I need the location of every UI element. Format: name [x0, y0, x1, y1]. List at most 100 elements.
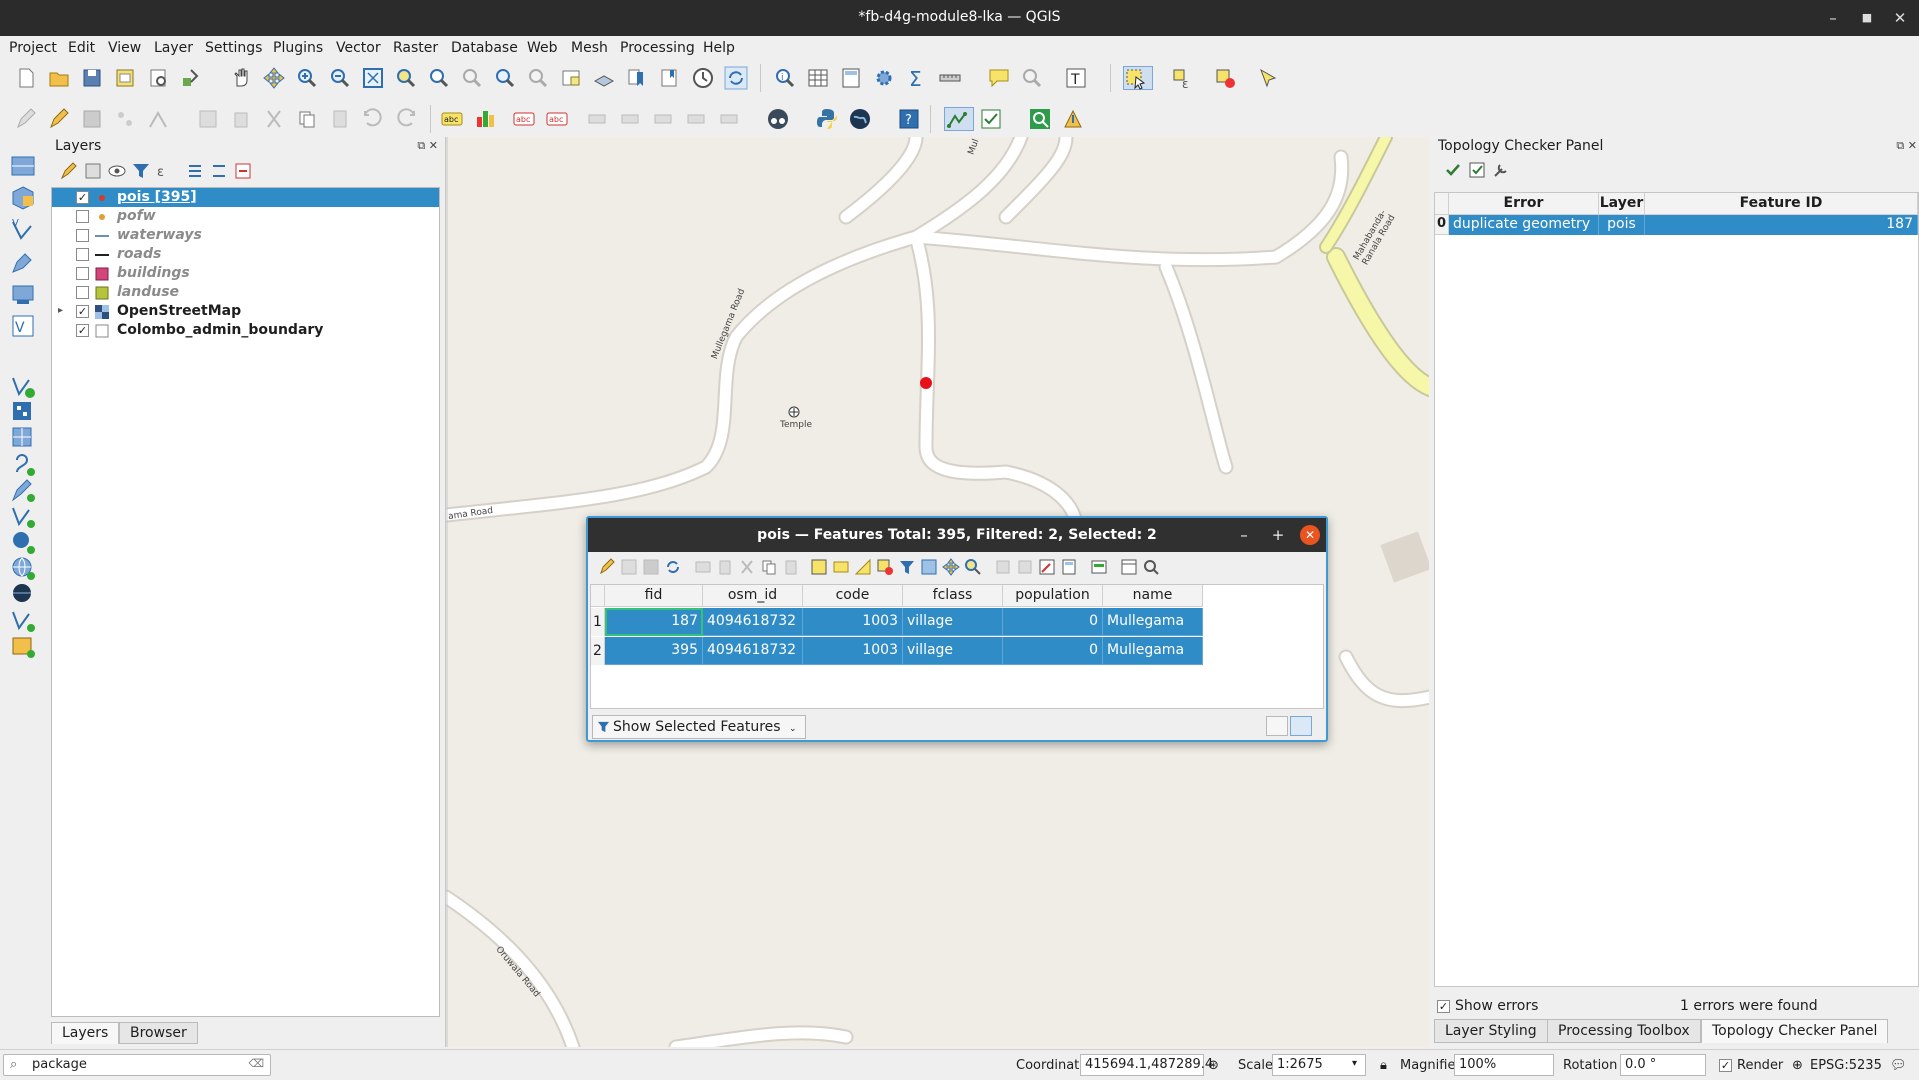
vertex-tool-icon[interactable] [146, 107, 170, 131]
show-hide-labels-icon[interactable]: abc [545, 107, 569, 131]
close-window-button[interactable]: ✕ [1889, 7, 1911, 29]
panel-close-icon[interactable]: ⧉ ✕ [417, 139, 438, 153]
layer-item-roads[interactable]: roads [52, 245, 439, 264]
layer-item-openstreetmap[interactable]: ▸ ✓ OpenStreetMap [52, 302, 439, 321]
layer-diagram-icon[interactable] [473, 107, 497, 131]
new-bookmark-icon[interactable] [625, 66, 649, 90]
paste-icon[interactable] [782, 558, 800, 576]
tab-topology-checker[interactable]: Topology Checker Panel [1701, 1019, 1889, 1043]
save-edits-icon[interactable] [80, 107, 104, 131]
menu-vector[interactable]: Vector [336, 40, 381, 56]
layer-item-pofw[interactable]: pofw [52, 207, 439, 226]
cell-osm-id[interactable]: 4094618732 [703, 637, 803, 665]
coordinate-field[interactable]: 415694.1,487289.4 [1080, 1054, 1213, 1076]
zoom-to-layer-icon[interactable] [427, 66, 451, 90]
add-vector-layer-icon[interactable]: V [9, 216, 37, 244]
add-spatialite-icon[interactable] [9, 372, 37, 400]
add-postgis-icon[interactable] [9, 528, 37, 556]
panel-close-icon[interactable]: ⧉ ✕ [1896, 139, 1917, 153]
add-feature-icon[interactable] [694, 558, 712, 576]
layer-item-pois[interactable]: ✓ pois [395] [52, 188, 439, 207]
copy-features-icon[interactable] [295, 107, 319, 131]
filter-legend-icon[interactable] [131, 161, 151, 181]
cell-population[interactable]: 0 [1003, 608, 1103, 636]
new-print-layout-icon[interactable] [113, 66, 137, 90]
menu-help[interactable]: Help [703, 40, 735, 56]
render-checkbox[interactable]: ✓ [1719, 1059, 1732, 1072]
add-xyz-layer-icon[interactable] [9, 580, 37, 608]
add-pointcloud-icon[interactable] [9, 632, 37, 660]
open-project-icon[interactable] [47, 66, 71, 90]
processing-toolbox-icon[interactable] [872, 66, 896, 90]
save-edits-icon[interactable] [642, 558, 660, 576]
cell-code[interactable]: 1003 [803, 608, 903, 636]
reload-table-icon[interactable] [664, 558, 682, 576]
cell-layer[interactable]: pois [1599, 215, 1645, 235]
quickosm-icon[interactable] [766, 107, 790, 131]
locator-search-input[interactable]: package [32, 1057, 87, 1072]
scale-dropdown-icon[interactable]: ▾ [1352, 1058, 1357, 1069]
remove-layer-icon[interactable] [233, 161, 253, 181]
dock-table-icon[interactable] [1142, 558, 1160, 576]
column-header-feature-id[interactable]: Feature ID [1645, 193, 1918, 215]
cell-feature-id[interactable]: 187 [1645, 215, 1918, 235]
add-wfs-layer-icon[interactable] [9, 450, 37, 478]
map-tips-icon[interactable] [987, 66, 1011, 90]
layer-item-waterways[interactable]: waterways [52, 226, 439, 245]
menu-mesh[interactable]: Mesh [571, 40, 608, 56]
cell-code[interactable]: 1003 [803, 637, 903, 665]
zoom-full-icon[interactable] [361, 66, 385, 90]
column-header-code[interactable]: code [803, 585, 903, 607]
locator-icon[interactable] [1020, 66, 1044, 90]
zoom-next-icon[interactable] [526, 66, 550, 90]
magnifier-field[interactable]: 100% [1454, 1054, 1554, 1076]
label-undo-icon[interactable] [717, 107, 741, 131]
column-header-fclass[interactable]: fclass [903, 585, 1003, 607]
cut-features-icon[interactable] [262, 107, 286, 131]
clear-search-icon[interactable]: ⌫ [248, 1057, 264, 1070]
zoom-to-selection-icon[interactable] [394, 66, 418, 90]
change-label-icon[interactable] [651, 107, 675, 131]
identify-features-icon[interactable]: i [773, 66, 797, 90]
menu-database[interactable]: Database [451, 40, 518, 56]
add-wms-globe-icon[interactable] [9, 554, 37, 582]
select-by-expression-icon[interactable] [810, 558, 828, 576]
tab-layer-styling[interactable]: Layer Styling [1434, 1019, 1548, 1043]
add-point-icon[interactable] [113, 107, 137, 131]
copy-icon[interactable] [760, 558, 778, 576]
layer-visibility-checkbox[interactable] [76, 229, 89, 242]
layer-visibility-checkbox[interactable]: ✓ [76, 191, 89, 204]
deselect-features-icon[interactable] [1213, 66, 1237, 90]
menu-settings[interactable]: Settings [205, 40, 262, 56]
zoom-selected-plugin-icon[interactable] [1028, 107, 1052, 131]
row-number[interactable]: 2 [591, 637, 605, 665]
cell-fid[interactable]: 395 [605, 637, 703, 665]
show-selected-features-button[interactable]: Show Selected Features ⌄ [592, 715, 806, 739]
crs-button[interactable]: EPSG:5235 [1810, 1058, 1882, 1073]
zoom-to-selected-icon[interactable] [964, 558, 982, 576]
layer-visibility-checkbox[interactable] [76, 248, 89, 261]
label-toolbar-icon[interactable]: abc [440, 107, 464, 131]
delete-field-icon[interactable] [1016, 558, 1034, 576]
pan-map-icon[interactable] [229, 66, 253, 90]
new-map-view-icon[interactable] [559, 66, 583, 90]
temporal-controller-icon[interactable] [691, 66, 715, 90]
column-header-population[interactable]: population [1003, 585, 1103, 607]
add-raster-layer-icon[interactable] [9, 248, 37, 276]
menu-project[interactable]: Project [9, 40, 57, 56]
topology-checker-icon[interactable] [944, 107, 974, 131]
statistics-icon[interactable]: Σ [905, 66, 929, 91]
column-header-fid[interactable]: fid [605, 585, 703, 607]
pan-to-selected-icon[interactable] [942, 558, 960, 576]
zoom-out-icon[interactable] [328, 66, 352, 90]
row-number[interactable]: 0 [1435, 215, 1449, 235]
layer-visibility-checkbox[interactable] [76, 286, 89, 299]
column-header-name[interactable]: name [1103, 585, 1203, 607]
add-vector-tile-icon[interactable] [9, 606, 37, 634]
label-props-icon[interactable] [684, 107, 708, 131]
toggle-editing-icon[interactable] [47, 107, 71, 131]
layer-visibility-checkbox[interactable]: ✓ [76, 324, 89, 337]
menu-edit[interactable]: Edit [68, 40, 95, 56]
lock-scale-icon[interactable]: 🔒︎ [1380, 1058, 1387, 1073]
cell-error[interactable]: duplicate geometry [1449, 215, 1599, 235]
